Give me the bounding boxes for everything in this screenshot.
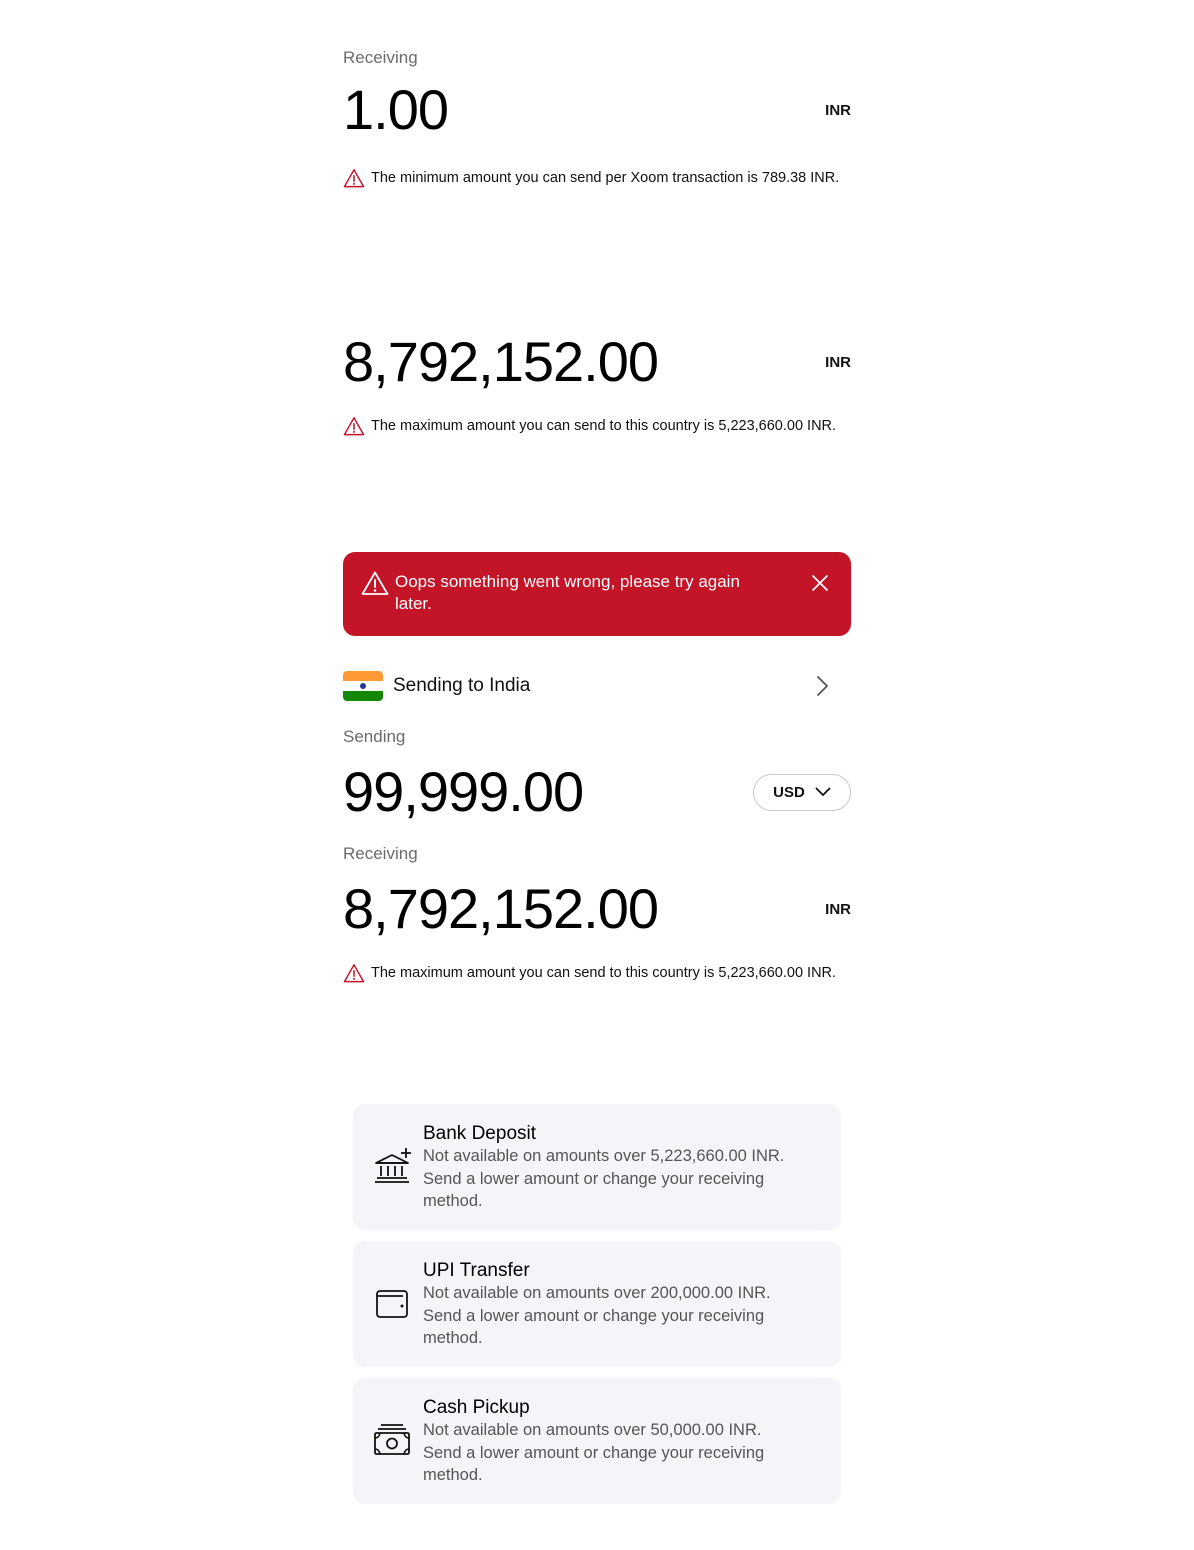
- currency-dropdown[interactable]: USD: [753, 773, 851, 811]
- method-description: Not available on amounts over 200,000.00…: [423, 1284, 771, 1347]
- warning-text: The minimum amount you can send per Xoom…: [371, 170, 840, 186]
- method-card-upi-transfer[interactable]: UPI Transfer Not available on amounts ov…: [353, 1241, 841, 1367]
- amount-row: 1.00 INR: [343, 82, 851, 138]
- receiving-label: Receiving: [343, 844, 418, 863]
- amount-row: 8,792,152.00 INR: [343, 334, 851, 390]
- sending-section: Sending 99,999.00 USD: [343, 727, 851, 820]
- sending-amount-input[interactable]: 99,999.00: [343, 764, 584, 820]
- chevron-right-icon[interactable]: [811, 674, 833, 698]
- receiving-amount[interactable]: 8,792,152.00: [343, 334, 659, 390]
- warning-text: The maximum amount you can send to this …: [371, 418, 837, 434]
- method-description: Not available on amounts over 50,000.00 …: [423, 1421, 765, 1484]
- error-message: Oops something went wrong, please try ag…: [395, 572, 740, 613]
- india-flag-icon: [343, 671, 383, 701]
- method-title: UPI Transfer: [423, 1260, 530, 1281]
- error-banner: Oops something went wrong, please try ag…: [343, 552, 851, 636]
- receiving-amount[interactable]: 8,792,152.00: [343, 881, 659, 937]
- receiving-section-min: Receiving 1.00 INR The minimum amount yo…: [343, 48, 851, 188]
- method-title: Bank Deposit: [423, 1123, 537, 1144]
- currency-code: INR: [825, 900, 851, 918]
- destination-label: Sending to India: [393, 675, 531, 696]
- chevron-down-icon: [815, 787, 831, 796]
- warning-text: The maximum amount you can send to this …: [371, 965, 837, 981]
- warning-icon: [343, 964, 365, 983]
- receiving-section-max: 8,792,152.00 INR The maximum amount you …: [343, 334, 851, 436]
- cash-icon: [374, 1424, 410, 1455]
- currency-dropdown-value: USD: [773, 783, 805, 801]
- method-description: Not available on amounts over 5,223,660.…: [423, 1147, 785, 1210]
- method-title: Cash Pickup: [423, 1397, 530, 1418]
- minimum-amount-warning: The minimum amount you can send per Xoom…: [343, 168, 851, 188]
- method-card-cash-pickup[interactable]: Cash Pickup Not available on amounts ove…: [353, 1378, 841, 1504]
- plus-icon: [401, 1148, 411, 1158]
- amount-row: 8,792,152.00 INR: [343, 881, 851, 937]
- currency-code: INR: [825, 101, 851, 119]
- maximum-amount-warning: The maximum amount you can send to this …: [343, 963, 851, 983]
- wallet-icon: [376, 1290, 408, 1318]
- warning-icon: [361, 571, 389, 595]
- currency-code: INR: [825, 353, 851, 371]
- method-card-bank-deposit[interactable]: Bank Deposit Not available on amounts ov…: [353, 1104, 841, 1230]
- close-icon[interactable]: [809, 572, 831, 594]
- maximum-amount-warning: The maximum amount you can send to this …: [343, 416, 851, 436]
- warning-icon: [343, 169, 365, 188]
- receiving-amount[interactable]: 1.00: [343, 82, 449, 138]
- receiving-label: Receiving: [343, 48, 418, 67]
- destination-country-selector[interactable]: Sending to India: [343, 668, 851, 704]
- amount-row: 99,999.00 USD: [343, 764, 851, 820]
- sending-label: Sending: [343, 727, 406, 746]
- warning-icon: [343, 417, 365, 436]
- receiving-section: Receiving 8,792,152.00 INR The maximum a…: [343, 844, 851, 983]
